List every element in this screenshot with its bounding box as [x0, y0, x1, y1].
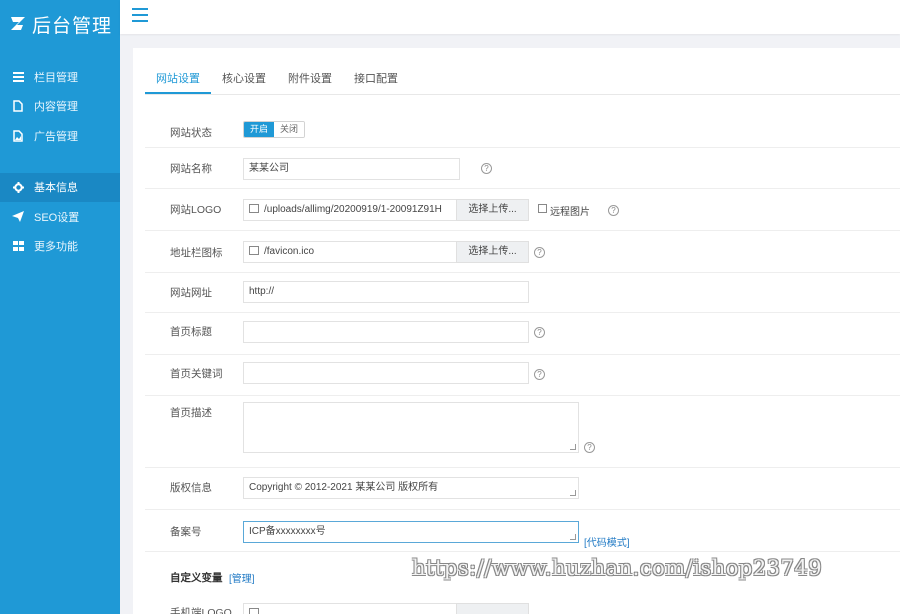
field-label: 版权信息: [170, 482, 212, 494]
file-icon: [12, 100, 24, 112]
resize-handle[interactable]: [570, 490, 576, 496]
logo: 后台管理: [0, 0, 120, 48]
tab-api-config[interactable]: 接口配置: [343, 62, 409, 94]
logo-z-icon: [11, 17, 25, 30]
row-home-desc: 首页描述 ?: [145, 396, 900, 468]
sidebar-gap: [0, 151, 120, 173]
image-icon: [249, 608, 259, 614]
help-icon[interactable]: ?: [534, 327, 545, 338]
row-mobile-logo: 手机端LOGO: [145, 596, 900, 614]
favicon-input[interactable]: /favicon.ico: [243, 241, 457, 263]
sidebar-item-column[interactable]: 栏目管理: [0, 62, 120, 92]
sidebar-item-more[interactable]: 更多功能: [0, 232, 120, 262]
tab-bar: 网站设置 核心设置 附件设置 接口配置: [145, 62, 409, 94]
image-icon: [249, 246, 259, 255]
field-label: 网站网址: [170, 287, 212, 299]
manage-link[interactable]: [管理]: [229, 570, 255, 585]
home-title-input[interactable]: [243, 321, 529, 343]
icp-value: ICP备xxxxxxxx号: [249, 526, 326, 537]
sidebar-item-seo[interactable]: SEO设置: [0, 202, 120, 232]
settings-panel: 网站设置 核心设置 附件设置 接口配置 网站状态 开启 关闭 网站名称 某某公司…: [133, 48, 900, 614]
menu-toggle-icon[interactable]: [132, 8, 148, 22]
top-bar: [120, 0, 900, 34]
remote-image-label: 远程图片: [550, 207, 590, 218]
site-name-input[interactable]: 某某公司: [243, 158, 460, 180]
image-icon: [12, 130, 24, 142]
sidebar-nav: 栏目管理 内容管理 广告管理 基本信息 SEO设置 更多功能: [0, 62, 120, 261]
sidebar-item-basic-info[interactable]: 基本信息: [0, 172, 120, 202]
field-label: 网站名称: [170, 163, 212, 175]
row-home-keywords: 首页关键词 ?: [145, 355, 900, 396]
field-label: 网站LOGO: [170, 204, 222, 216]
home-desc-textarea[interactable]: [243, 402, 579, 453]
site-status-toggle[interactable]: 开启 关闭: [243, 121, 306, 138]
row-home-title: 首页标题 ?: [145, 313, 900, 355]
row-icp: 备案号 ICP备xxxxxxxx号 [代码模式]: [145, 510, 900, 552]
mobile-logo-input[interactable]: [243, 603, 457, 614]
status-on-button[interactable]: 开启: [244, 122, 275, 137]
help-icon[interactable]: ?: [481, 163, 492, 174]
sidebar-item-content[interactable]: 内容管理: [0, 92, 120, 122]
sidebar-item-ads[interactable]: 广告管理: [0, 121, 120, 151]
row-site-url: 网站网址 http://: [145, 273, 900, 313]
help-icon[interactable]: ?: [608, 205, 619, 216]
tab-divider: [145, 94, 900, 95]
icp-textarea[interactable]: ICP备xxxxxxxx号: [243, 521, 579, 543]
row-favicon: 地址栏图标 /favicon.ico 选择上传... ?: [145, 231, 900, 273]
site-url-input[interactable]: http://: [243, 281, 529, 303]
field-label: 备案号: [170, 526, 202, 538]
field-label: 首页关键词: [170, 368, 223, 380]
sidebar: 后台管理 栏目管理 内容管理 广告管理 基本信息 SEO设置 更多功能: [0, 0, 120, 614]
copyright-textarea[interactable]: Copyright © 2012-2021 某某公司 版权所有: [243, 477, 579, 499]
help-icon[interactable]: ?: [584, 442, 595, 453]
site-logo-path: /uploads/allimg/20200919/1-20091Z91H: [264, 204, 442, 215]
logo-text: 后台管理: [32, 15, 113, 37]
tab-site-settings[interactable]: 网站设置: [145, 62, 211, 94]
row-copyright: 版权信息 Copyright © 2012-2021 某某公司 版权所有: [145, 468, 900, 510]
sidebar-item-label: 广告管理: [34, 130, 78, 143]
row-site-status: 网站状态 开启 关闭: [145, 114, 900, 148]
field-label: 网站状态: [170, 127, 212, 139]
row-site-name: 网站名称 某某公司 ?: [145, 148, 900, 189]
paper-plane-icon: [12, 211, 24, 223]
mobile-logo-upload-button[interactable]: [456, 603, 529, 614]
field-label: 首页标题: [170, 326, 212, 338]
status-off-button[interactable]: 关闭: [274, 122, 305, 137]
sidebar-item-label: 栏目管理: [34, 71, 78, 84]
copyright-value: Copyright © 2012-2021 某某公司 版权所有: [249, 482, 439, 493]
remote-image-checkbox[interactable]: [538, 204, 547, 213]
sidebar-item-label: SEO设置: [34, 211, 80, 224]
logo-upload-button[interactable]: 选择上传...: [456, 199, 529, 221]
image-icon: [249, 204, 259, 213]
field-label: 首页描述: [170, 407, 212, 419]
tab-core-settings[interactable]: 核心设置: [211, 62, 277, 94]
field-label: 手机端LOGO: [170, 607, 232, 614]
site-logo-input[interactable]: /uploads/allimg/20200919/1-20091Z91H: [243, 199, 457, 221]
field-label: 地址栏图标: [170, 247, 223, 259]
favicon-upload-button[interactable]: 选择上传...: [456, 241, 529, 263]
sidebar-item-label: 基本信息: [34, 182, 78, 195]
home-keywords-input[interactable]: [243, 362, 529, 384]
code-mode-link[interactable]: [代码模式]: [584, 534, 630, 549]
row-site-logo: 网站LOGO /uploads/allimg/20200919/1-20091Z…: [145, 189, 900, 231]
resize-handle[interactable]: [570, 444, 576, 450]
custom-vars-label: 自定义变量: [170, 572, 223, 584]
sidebar-item-label: 内容管理: [34, 101, 78, 114]
list-icon: [12, 71, 24, 83]
resize-handle[interactable]: [570, 534, 576, 540]
gear-icon: [12, 181, 24, 193]
help-icon[interactable]: ?: [534, 369, 545, 380]
watermark: https://www.huzhan.com/ishop23749: [412, 556, 823, 580]
tab-attachment-settings[interactable]: 附件设置: [277, 62, 343, 94]
help-icon[interactable]: ?: [534, 247, 545, 258]
favicon-path: /favicon.ico: [264, 246, 315, 257]
grid-icon: [12, 240, 24, 252]
sidebar-item-label: 更多功能: [34, 241, 78, 254]
